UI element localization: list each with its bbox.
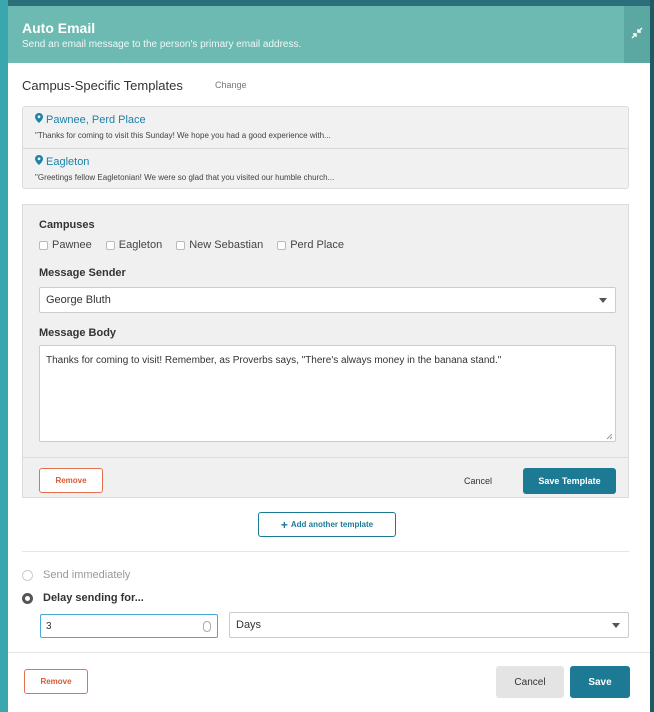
message-sender-label: Message Sender	[39, 267, 126, 279]
delay-unit-select[interactable]: Days	[229, 612, 629, 638]
campus-option-label: Pawnee	[52, 239, 92, 251]
save-template-button[interactable]: Save Template	[523, 468, 616, 494]
templates-section-title: Campus-Specific Templates	[22, 78, 183, 93]
modal-title: Auto Email	[22, 20, 96, 36]
add-template-button[interactable]: + Add another template	[258, 512, 396, 537]
campus-checkbox-eagleton[interactable]: Eagleton	[105, 239, 163, 251]
message-body-label: Message Body	[39, 327, 117, 339]
chevron-down-icon	[599, 298, 607, 303]
template-item-eagleton[interactable]: Eagleton "Greetings fellow Eagletonian! …	[23, 148, 628, 189]
template-item-pawnee[interactable]: Pawnee, Perd Place "Thanks for coming to…	[23, 107, 628, 148]
collapse-button[interactable]	[624, 6, 650, 63]
section-divider	[22, 551, 629, 552]
template-preview: "Thanks for coming to visit this Sunday!…	[35, 131, 331, 140]
message-sender-select[interactable]: George Bluth	[39, 287, 616, 313]
auto-email-modal: Auto Email Send an email message to the …	[8, 6, 650, 712]
template-preview: "Greetings fellow Eagletonian! We were s…	[35, 173, 335, 182]
campuses-label: Campuses	[39, 219, 95, 231]
editor-footer: Remove Cancel Save Template	[23, 457, 628, 499]
resize-handle-icon[interactable]	[605, 431, 613, 440]
campus-option-label: Eagleton	[118, 239, 163, 251]
campus-option-label: New Sebastian	[189, 239, 264, 251]
checkbox-box	[105, 240, 115, 250]
delay-sending-label: Delay sending for...	[43, 592, 144, 604]
campus-checkbox-new-sebastian[interactable]: New Sebastian	[176, 239, 263, 251]
cancel-template-button[interactable]: Cancel	[464, 476, 492, 486]
footer-divider	[8, 652, 650, 653]
change-link[interactable]: Change	[215, 80, 247, 90]
message-sender-value: George Bluth	[46, 294, 111, 306]
checkbox-box	[39, 240, 48, 250]
remove-template-button[interactable]: Remove	[39, 468, 103, 493]
background-frame-right	[650, 0, 654, 712]
delay-amount-value: 3	[46, 620, 52, 632]
cancel-button[interactable]: Cancel	[496, 666, 564, 698]
modal-subtitle: Send an email message to the person's pr…	[22, 39, 302, 50]
remove-action-button[interactable]: Remove	[24, 669, 88, 694]
template-editor: Campuses Pawnee Eagleton New Sebastian P…	[22, 204, 629, 498]
add-template-label: Add another template	[290, 520, 374, 529]
radio-button-selected	[22, 592, 33, 604]
send-immediately-label: Send immediately	[43, 569, 131, 581]
location-pin-icon	[35, 113, 43, 126]
delay-amount-input[interactable]: 3	[40, 614, 218, 638]
delay-unit-value: Days	[236, 619, 262, 631]
campus-option-label: Perd Place	[290, 239, 345, 251]
chevron-down-icon	[612, 623, 620, 628]
radio-button	[22, 569, 33, 581]
campus-checkbox-perd-place[interactable]: Perd Place	[277, 239, 344, 251]
background-frame-left	[0, 0, 8, 712]
save-button[interactable]: Save	[570, 666, 630, 698]
campus-checkbox-pawnee[interactable]: Pawnee	[39, 239, 92, 251]
plus-icon: +	[280, 517, 288, 532]
collapse-arrows-icon	[631, 26, 643, 44]
template-name: Pawnee, Perd Place	[46, 113, 146, 126]
delay-sending-option[interactable]: Delay sending for...	[22, 592, 144, 604]
message-body-textarea[interactable]: Thanks for coming to visit! Remember, as…	[39, 345, 616, 442]
campus-checkboxes: Pawnee Eagleton New Sebastian Perd Place	[39, 239, 358, 251]
message-body-text: Thanks for coming to visit! Remember, as…	[46, 355, 502, 366]
number-spinner-icon[interactable]	[203, 621, 211, 632]
template-name: Eagleton	[46, 155, 90, 168]
send-immediately-option[interactable]: Send immediately	[22, 569, 130, 581]
template-list: Pawnee, Perd Place "Thanks for coming to…	[22, 106, 629, 189]
location-pin-icon	[35, 155, 43, 168]
modal-header: Auto Email Send an email message to the …	[8, 6, 650, 63]
checkbox-box	[277, 240, 287, 250]
checkbox-box	[176, 240, 186, 250]
